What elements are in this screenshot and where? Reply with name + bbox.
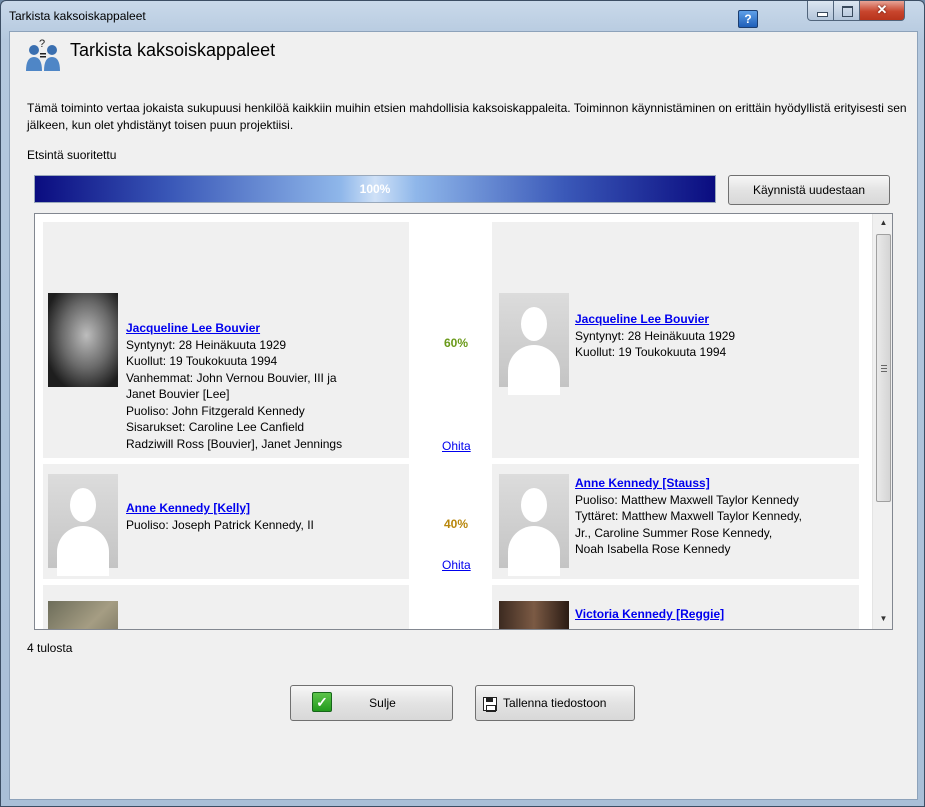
person-detail-line: Jr., Caroline Summer Rose Kennedy, xyxy=(575,525,773,540)
result-count: 4 tulosta xyxy=(27,641,73,655)
title-bar[interactable]: Tarkista kaksoiskappaleet ? ✕ xyxy=(1,1,924,31)
search-progress-bar: 100% xyxy=(34,175,716,203)
result-left-card[interactable]: Anne Kennedy [Kelly] Puoliso: Joseph Pat… xyxy=(43,464,409,579)
help-button[interactable]: ? xyxy=(738,10,758,28)
maximize-button[interactable] xyxy=(834,1,860,21)
match-percentage: 40% xyxy=(444,517,469,531)
person-detail-line: Syntynyt: 28 Heinäkuuta 1929 xyxy=(575,328,736,343)
person-name-link[interactable]: Anne Kennedy [Kelly] xyxy=(126,500,406,517)
duplicate-people-icon: ? xyxy=(26,38,60,71)
person-name-link[interactable]: Jacqueline Lee Bouvier xyxy=(575,311,855,328)
result-left-card[interactable]: Jacqueline Lee Bouvier Syntynyt: 28 Hein… xyxy=(43,222,409,458)
person-detail-line: Puoliso: John Fitzgerald Kennedy xyxy=(126,403,305,418)
results-scrollbar[interactable]: ▲ ▼ xyxy=(872,214,892,629)
scroll-down-arrow-icon[interactable]: ▼ xyxy=(873,610,892,627)
caption-buttons: ✕ xyxy=(807,1,905,21)
dialog-window: Tarkista kaksoiskappaleet ? ✕ ? Tarkista… xyxy=(0,0,925,807)
results-list[interactable]: Jacqueline Lee Bouvier Syntynyt: 28 Hein… xyxy=(34,213,893,630)
person-photo-placeholder xyxy=(499,474,569,576)
person-detail-line: Tyttäret: Matthew Maxwell Taylor Kennedy… xyxy=(575,509,802,523)
result-right-card[interactable]: Anne Kennedy [Stauss] Puoliso: Matthew M… xyxy=(492,464,859,579)
person-detail-line: Puoliso: Matthew Maxwell Taylor Kennedy xyxy=(575,492,799,507)
grip-icon xyxy=(881,365,887,372)
person-detail-line: Kuollut: 19 Toukokuuta 1994 xyxy=(126,354,278,368)
person-details: Jacqueline Lee Bouvier Syntynyt: 28 Hein… xyxy=(126,320,406,452)
person-detail-line: Kuollut: 19 Toukokuuta 1994 xyxy=(575,345,727,359)
close-window-button[interactable]: ✕ xyxy=(860,1,905,21)
person-photo xyxy=(48,601,118,629)
match-percentage: 60% xyxy=(444,336,469,350)
description-text: Tämä toiminto vertaa jokaista sukupuusi … xyxy=(27,101,907,132)
person-details: Jacqueline Lee Bouvier Syntynyt: 28 Hein… xyxy=(575,311,855,361)
person-name-link[interactable]: Anne Kennedy [Stauss] xyxy=(575,475,855,492)
svg-text:?: ? xyxy=(39,38,45,50)
window-title: Tarkista kaksoiskappaleet xyxy=(9,9,146,23)
person-details: Anne Kennedy [Kelly] Puoliso: Joseph Pat… xyxy=(126,500,406,533)
status-text: Etsintä suoritettu xyxy=(27,148,117,162)
page-title: Tarkista kaksoiskappaleet xyxy=(70,40,276,60)
close-button[interactable]: ✓ Sulje xyxy=(290,685,453,721)
person-detail-line: Puoliso: Joseph Patrick Kennedy, II xyxy=(126,517,314,532)
person-name-link[interactable]: Victoria Kennedy [Reggie] xyxy=(575,606,855,623)
save-to-file-button[interactable]: Tallenna tiedostoon xyxy=(475,685,635,721)
close-button-label: Sulje xyxy=(369,696,396,710)
scroll-up-arrow-icon[interactable]: ▲ xyxy=(873,214,892,231)
skip-link[interactable]: Ohita xyxy=(442,439,471,453)
person-detail-line: Vanhemmat: John Vernou Bouvier, III ja xyxy=(126,370,337,385)
minimize-button[interactable] xyxy=(807,1,834,21)
person-detail-line: Radziwill Ross [Bouvier], Janet Jennings xyxy=(126,436,343,451)
person-detail-line: Noah Isabella Rose Kennedy xyxy=(575,542,731,556)
person-detail-line: Syntynyt: 28 Heinäkuuta 1929 xyxy=(126,337,287,352)
skip-link[interactable]: Ohita xyxy=(442,558,471,572)
result-right-card[interactable]: Victoria Kennedy [Reggie] xyxy=(492,585,859,629)
person-detail-line: Janet Bouvier [Lee] xyxy=(126,387,230,401)
progress-label: 100% xyxy=(359,182,391,196)
person-photo-placeholder xyxy=(499,293,569,395)
result-left-card[interactable] xyxy=(43,585,409,629)
floppy-disk-icon xyxy=(483,697,497,712)
close-icon: ✕ xyxy=(876,2,888,17)
save-button-label: Tallenna tiedostoon xyxy=(503,696,607,710)
person-photo-placeholder xyxy=(48,474,118,576)
person-detail-line: Sisarukset: Caroline Lee Canfield xyxy=(126,420,305,434)
result-right-card[interactable]: Jacqueline Lee Bouvier Syntynyt: 28 Hein… xyxy=(492,222,859,458)
person-photo xyxy=(499,601,569,629)
person-name-link[interactable]: Jacqueline Lee Bouvier xyxy=(126,320,406,337)
person-photo xyxy=(48,293,118,387)
restart-button[interactable]: Käynnistä uudestaan xyxy=(728,175,890,205)
person-details: Victoria Kennedy [Reggie] xyxy=(575,606,855,623)
scrollbar-thumb[interactable] xyxy=(876,234,891,502)
person-details: Anne Kennedy [Stauss] Puoliso: Matthew M… xyxy=(575,475,855,558)
